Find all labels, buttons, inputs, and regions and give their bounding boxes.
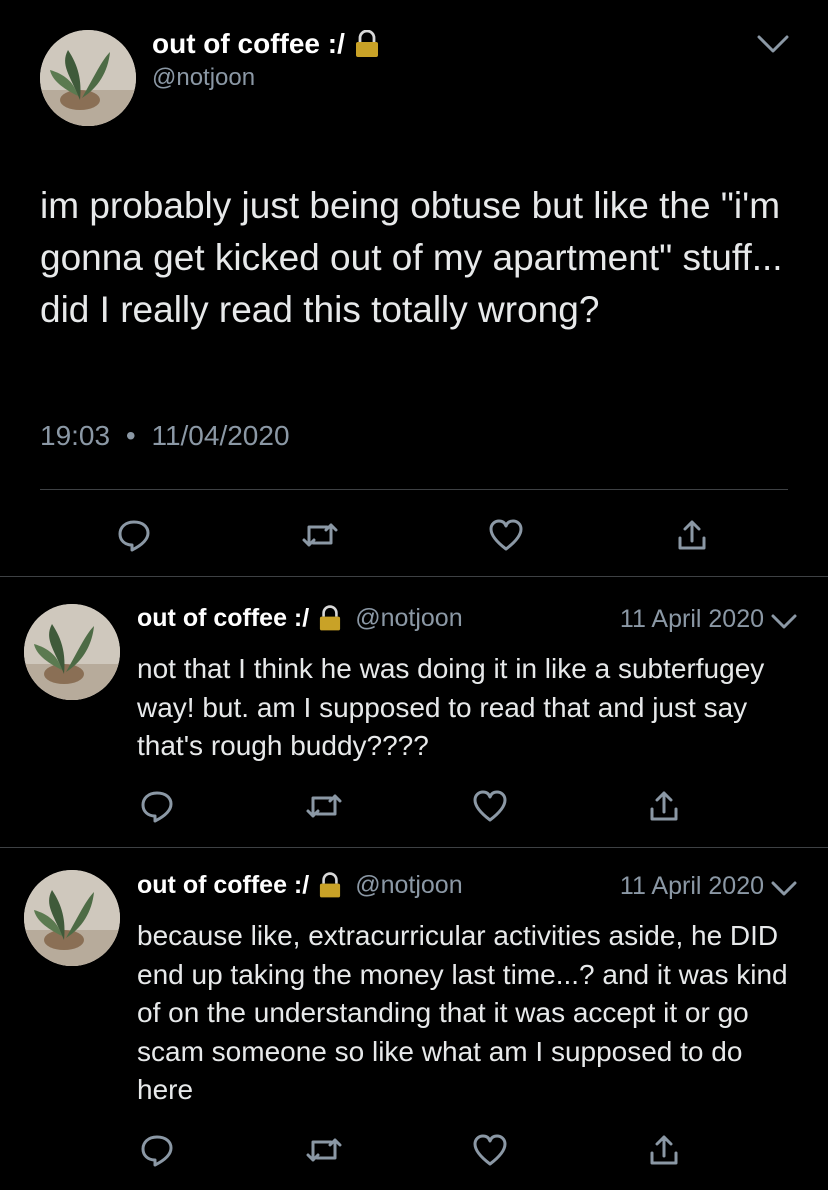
reply-icon xyxy=(118,520,150,552)
reply-header: out of coffee :/ @notjoon xyxy=(137,604,463,633)
reply-header: out of coffee :/ @notjoon xyxy=(137,871,463,900)
tweet-timestamp[interactable]: 19:03 • 11/04/2020 xyxy=(40,420,290,452)
lock-icon xyxy=(355,30,379,58)
tweet-date: 11/04/2020 xyxy=(151,420,290,451)
avatar[interactable] xyxy=(24,870,120,966)
share-icon xyxy=(650,1135,678,1165)
heart-icon xyxy=(473,790,507,822)
reply-button[interactable] xyxy=(114,515,154,555)
retweet-button[interactable] xyxy=(304,786,344,826)
divider xyxy=(40,489,788,490)
display-name-text: out of coffee :/ xyxy=(152,28,345,59)
handle[interactable]: @notjoon xyxy=(355,871,462,900)
reply-text: because like, extracurricular activities… xyxy=(137,920,788,1105)
divider xyxy=(0,847,828,848)
share-button[interactable] xyxy=(644,786,684,826)
heart-icon xyxy=(489,519,523,551)
reply-date[interactable]: 11 April 2020 xyxy=(620,872,764,901)
lock-icon xyxy=(319,605,341,632)
handle[interactable]: @notjoon xyxy=(152,64,255,92)
divider xyxy=(0,576,828,577)
avatar[interactable] xyxy=(40,30,136,126)
share-button[interactable] xyxy=(672,515,712,555)
display-name[interactable]: out of coffee :/ xyxy=(152,28,379,60)
chevron-down-icon[interactable] xyxy=(770,612,798,632)
tweet-time: 19:03 xyxy=(40,420,111,451)
tweet-text: im probably just being obtuse but like t… xyxy=(40,185,783,330)
reply-icon xyxy=(141,1135,173,1167)
lock-icon xyxy=(319,872,341,899)
reply-icon xyxy=(141,791,173,823)
reply-date[interactable]: 11 April 2020 xyxy=(620,605,764,634)
reply-text: not that I think he was doing it in like… xyxy=(137,653,765,761)
retweet-icon xyxy=(302,523,338,547)
reply-button[interactable] xyxy=(137,1130,177,1170)
share-icon xyxy=(650,791,678,821)
like-button[interactable] xyxy=(470,1130,510,1170)
timestamp-separator: • xyxy=(125,420,136,451)
display-name[interactable]: out of coffee :/ xyxy=(137,871,309,900)
like-button[interactable] xyxy=(470,786,510,826)
retweet-icon xyxy=(306,794,342,818)
retweet-button[interactable] xyxy=(300,515,340,555)
avatar[interactable] xyxy=(24,604,120,700)
like-button[interactable] xyxy=(486,515,526,555)
chevron-down-icon[interactable] xyxy=(770,879,798,899)
display-name[interactable]: out of coffee :/ xyxy=(137,604,309,633)
share-icon xyxy=(678,520,706,550)
share-button[interactable] xyxy=(644,1130,684,1170)
retweet-button[interactable] xyxy=(304,1130,344,1170)
chevron-down-icon[interactable] xyxy=(756,32,790,56)
retweet-icon xyxy=(306,1138,342,1162)
heart-icon xyxy=(473,1134,507,1166)
reply-button[interactable] xyxy=(137,786,177,826)
handle[interactable]: @notjoon xyxy=(355,604,462,633)
